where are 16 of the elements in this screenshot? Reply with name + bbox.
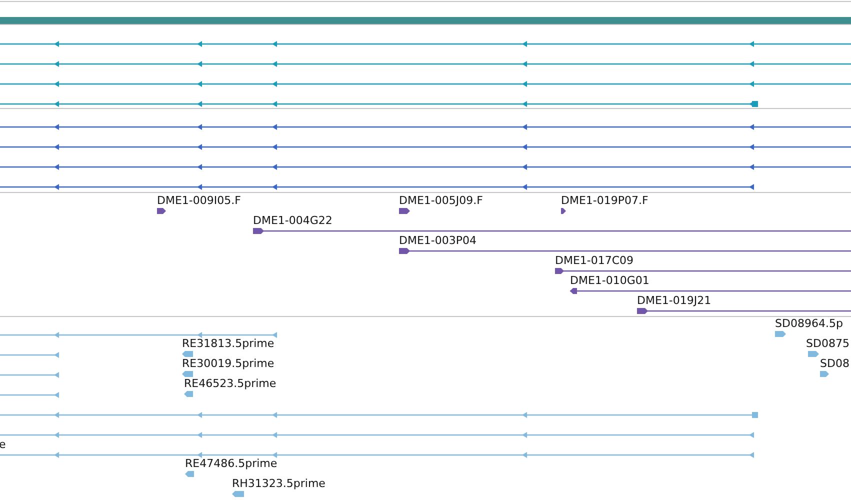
feature-label: RE30019.5prime xyxy=(182,357,274,370)
feature-label: DME1-004G22 xyxy=(253,214,332,227)
feature-label: DME1-005J09.F xyxy=(399,194,483,207)
feature-label: DME1-017C09 xyxy=(555,254,634,267)
feature-label: DME1-019P07.F xyxy=(561,194,648,207)
feature-label: DME1-003P04 xyxy=(399,234,477,247)
feature-label: DME1-009I05.F xyxy=(157,194,241,207)
feature-label: DME1-019J21 xyxy=(637,294,712,307)
feature-label: DME1-010G01 xyxy=(570,274,650,287)
feature-label: SD0875 xyxy=(806,337,850,350)
feature-label: RE31813.5prime xyxy=(182,337,274,350)
feature-label: RH31323.5prime xyxy=(232,477,326,490)
feature-label: SD08 xyxy=(820,357,850,370)
feature-label: SD08964.5p xyxy=(775,317,843,330)
feature-label: RE47486.5prime xyxy=(185,457,278,470)
feature-label: RE46523.5prime xyxy=(184,377,276,390)
